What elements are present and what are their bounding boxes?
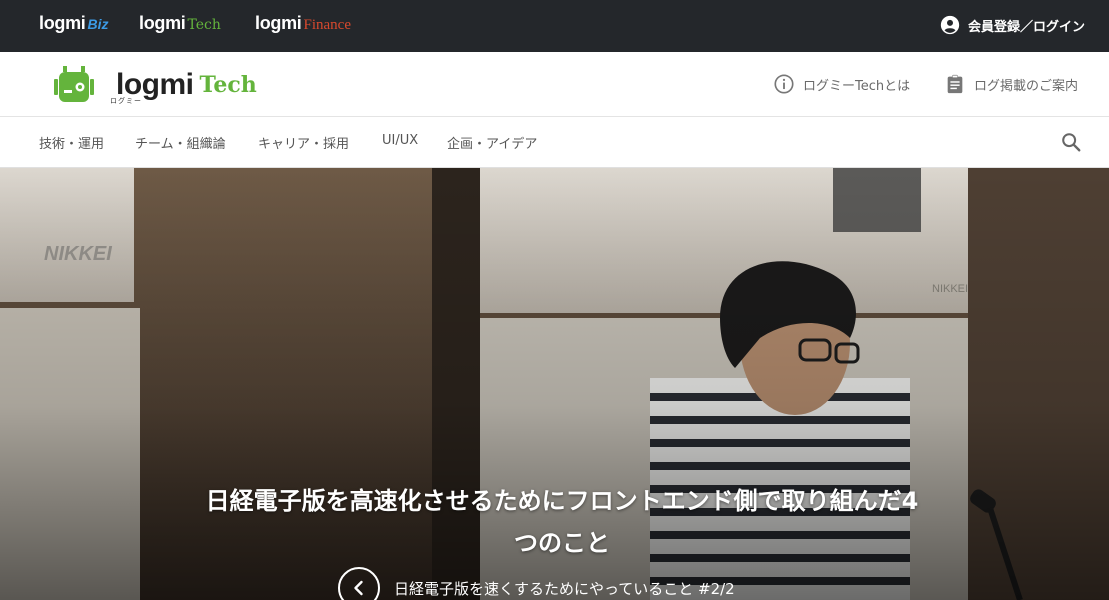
- screen-label-left: NIKKEI: [44, 243, 112, 265]
- category-planning-ideas[interactable]: 企画・アイデア: [447, 133, 537, 152]
- site-logo[interactable]: logmi ログミー Tech: [52, 65, 257, 105]
- logo-kana: ログミー: [110, 97, 142, 105]
- login-label: 会員登録／ログイン: [967, 19, 1085, 35]
- screen-label-right: NIKKEI: [932, 283, 968, 295]
- listing-guide-link[interactable]: ログ掲載のご案内: [944, 73, 1078, 95]
- info-circle-icon: [774, 74, 794, 94]
- category-ui-ux[interactable]: UI/UX: [382, 133, 418, 148]
- hero-banner[interactable]: NIKKEI NIKKEI 日経電子版を高速化させるためにフロントエンド側で取り…: [0, 168, 1109, 600]
- top-bar: logmi Biz logmi Tech logmi Finance 会員登録／…: [0, 0, 1109, 52]
- brand-suffix-biz: Biz: [87, 16, 109, 32]
- search-icon[interactable]: [1060, 131, 1082, 153]
- listing-guide-label: ログ掲載のご案内: [974, 78, 1079, 94]
- brand-link-finance[interactable]: logmi Finance: [255, 13, 351, 37]
- series-nav: 日経電子版を速くするためにやっていること #2/2: [338, 567, 735, 600]
- category-nav: 技術・運用 チーム・組織論 キャリア・採用 UI/UX 企画・アイデア: [0, 117, 1109, 168]
- site-header: logmi ログミー Tech ログミーTechとは ログ掲載のご案内: [0, 52, 1109, 117]
- brand-link-biz[interactable]: logmi Biz: [39, 13, 109, 37]
- category-tech-operations[interactable]: 技術・運用: [39, 133, 104, 152]
- brand-name: logmi: [255, 13, 302, 33]
- category-team-organization[interactable]: チーム・組織論: [135, 133, 226, 152]
- brand-suffix-finance: Finance: [303, 17, 351, 33]
- about-link[interactable]: ログミーTechとは: [773, 73, 910, 95]
- clipboard-icon: [947, 74, 963, 94]
- account-circle-icon: [940, 15, 960, 35]
- category-career-recruiting[interactable]: キャリア・採用: [258, 133, 349, 152]
- brand-link-tech[interactable]: logmi Tech: [139, 13, 221, 37]
- brand-name: logmi: [139, 13, 186, 33]
- logo-subtitle: Tech: [199, 72, 257, 98]
- series-title-link[interactable]: 日経電子版を速くするためにやっていること #2/2: [394, 578, 735, 599]
- about-label: ログミーTechとは: [803, 78, 911, 94]
- robot-logo-icon: [54, 66, 94, 102]
- previous-article-button[interactable]: [338, 567, 380, 600]
- article-title[interactable]: 日経電子版を高速化させるためにフロントエンド側で取り組んだ4つのこと: [200, 480, 924, 564]
- brand-name: logmi: [39, 13, 86, 33]
- chevron-left-icon: [354, 580, 363, 596]
- brand-suffix-tech: Tech: [187, 17, 221, 33]
- login-register-link[interactable]: 会員登録／ログイン: [940, 14, 1085, 36]
